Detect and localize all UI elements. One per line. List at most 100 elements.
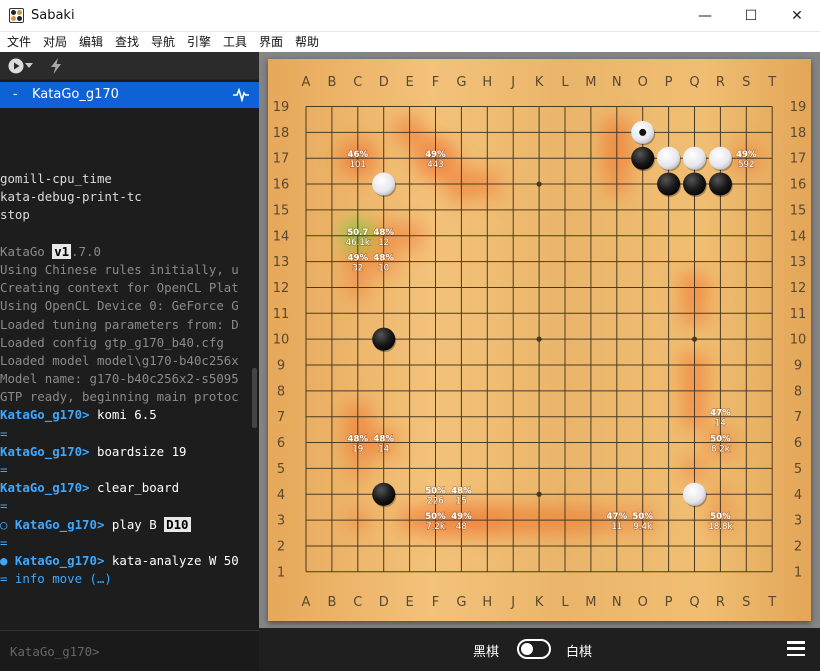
analysis-visits: 10 xyxy=(378,264,389,274)
star-point xyxy=(536,336,542,342)
column-label: B xyxy=(327,595,336,610)
console-input-placeholder: KataGo_g170> xyxy=(10,644,100,659)
analysis-visits: 15 xyxy=(456,496,467,506)
maximize-button[interactable]: ☐ xyxy=(728,0,774,32)
console-line: = xyxy=(0,462,8,477)
column-label: L xyxy=(561,595,569,610)
analysis-winrate: 49% xyxy=(425,150,446,160)
row-label: 12 xyxy=(790,281,807,296)
chevron-down-icon[interactable] xyxy=(25,63,33,69)
row-label: 6 xyxy=(277,436,285,451)
white-stone xyxy=(708,146,732,170)
row-label: 9 xyxy=(794,359,802,374)
row-label: 13 xyxy=(790,255,807,270)
column-label: J xyxy=(510,75,515,90)
close-button[interactable]: ✕ xyxy=(774,0,820,32)
player-toggle-switch[interactable] xyxy=(517,639,551,659)
console-line: ○ KataGo_g170> play B D10 xyxy=(0,516,259,534)
console-line: = info move (…) xyxy=(0,571,112,587)
row-label: 14 xyxy=(273,229,290,244)
analysis-visits: 46.1k xyxy=(346,238,370,248)
column-label: F xyxy=(432,595,439,610)
black-player-label[interactable]: 黑棋 xyxy=(473,641,499,660)
column-label: Q xyxy=(689,75,699,90)
column-label: M xyxy=(585,75,596,90)
engine-prompt: KataGo_g170> xyxy=(0,480,90,496)
column-label: P xyxy=(665,595,673,610)
analysis-visits: 48 xyxy=(456,522,467,532)
analysis-winrate: 48% xyxy=(373,254,394,264)
analysis-visits: 7.2k xyxy=(426,522,445,532)
minimize-button[interactable]: — xyxy=(682,0,728,32)
sidebar-toolbar xyxy=(0,52,259,80)
menu-edit[interactable]: 编辑 xyxy=(79,33,103,50)
row-label: 15 xyxy=(790,203,807,218)
row-label: 1 xyxy=(277,565,285,580)
console-line: = xyxy=(0,425,8,441)
engine-prompt: KataGo_g170> xyxy=(14,552,105,568)
menu-engines[interactable]: 引擎 xyxy=(187,33,211,50)
console-line: KataGo_g170> clear_board xyxy=(0,479,259,497)
command-status-icon: ○ xyxy=(0,516,15,532)
engine-name: KataGo_g170 xyxy=(32,87,119,102)
column-label: J xyxy=(510,595,515,610)
engine-sidebar: - KataGo_g170 gomill-cpu_time kata-debug-… xyxy=(0,52,259,671)
command-text: boardsize 19 xyxy=(89,443,187,459)
menu-tools[interactable]: 工具 xyxy=(223,33,247,50)
go-board[interactable]: A A B B C C D D E E F F G G H H J J K K L L M M N N O O P P Q Q R R S S T T 19… xyxy=(268,59,811,621)
analysis-visits: 19 xyxy=(352,445,363,455)
white-stone xyxy=(683,146,706,170)
command-text: komi 6.5 xyxy=(89,407,157,423)
white-player-label[interactable]: 白棋 xyxy=(566,641,592,660)
row-label: 13 xyxy=(273,255,290,270)
star-point xyxy=(691,336,698,342)
engine-list-item[interactable]: - KataGo_g170 xyxy=(0,82,259,108)
column-label: D xyxy=(379,595,389,610)
command-text: clear_board xyxy=(89,480,180,496)
console-line: Model name: g170-b40c256x2-s5095 xyxy=(0,371,239,387)
menu-game[interactable]: 对局 xyxy=(43,33,67,50)
white-stone xyxy=(683,482,706,506)
column-label: O xyxy=(638,595,648,610)
analysis-visits: 14 xyxy=(378,445,389,455)
analysis-winrate: 49% xyxy=(736,150,757,160)
menu-help[interactable]: 帮助 xyxy=(295,33,319,50)
row-label: 17 xyxy=(790,152,807,167)
console-line: ● KataGo_g170> kata-analyze W 50 xyxy=(0,552,259,570)
menu-view[interactable]: 界面 xyxy=(259,33,283,50)
command-text: kata-analyze W 50 xyxy=(104,552,239,568)
row-label: 8 xyxy=(277,384,285,399)
menu-find[interactable]: 查找 xyxy=(115,33,139,50)
analysis-winrate: 48% xyxy=(373,435,394,445)
hamburger-menu-icon[interactable] xyxy=(787,641,805,657)
console-scrollbar[interactable] xyxy=(252,368,257,428)
console-line: KataGo v1.7.0 xyxy=(0,243,259,261)
column-label: T xyxy=(767,75,776,90)
row-label: 8 xyxy=(794,384,802,399)
gtp-console-log: gomill-cpu_time kata-debug-print-tc stop Ka… xyxy=(0,170,259,620)
black-stone xyxy=(631,146,655,170)
console-line: Loaded model model\g170-b40c256x xyxy=(0,352,239,368)
go-board-canvas[interactable]: AABBCCDDEEFFGGHHJJKKLLMMNNOOPPQQRRSSTT19… xyxy=(268,59,811,621)
analysis-winrate: 50% xyxy=(632,512,653,522)
pulse-icon xyxy=(233,88,249,102)
last-move-marker xyxy=(639,128,647,136)
menu-navigation[interactable]: 导航 xyxy=(151,33,175,50)
play-circle-icon[interactable] xyxy=(8,58,24,74)
console-line: Loaded config gtp_g170_b40.cfg xyxy=(0,334,224,350)
console-line: stop xyxy=(0,207,30,223)
column-label: E xyxy=(405,595,413,610)
lightning-icon[interactable] xyxy=(50,58,62,74)
menu-file[interactable]: 文件 xyxy=(7,33,31,50)
white-stone xyxy=(657,146,681,170)
console-line: Creating context for OpenCL Plat xyxy=(0,280,239,296)
row-label: 9 xyxy=(277,359,285,374)
analysis-winrate: 50% xyxy=(425,486,446,496)
row-label: 6 xyxy=(794,436,802,451)
engine-bullet: - xyxy=(13,87,18,102)
console-input[interactable]: KataGo_g170> xyxy=(0,630,259,671)
analysis-visits: 9.4k xyxy=(633,522,652,532)
black-stone xyxy=(372,327,396,351)
row-label: 3 xyxy=(277,514,285,529)
white-stone xyxy=(372,172,396,196)
